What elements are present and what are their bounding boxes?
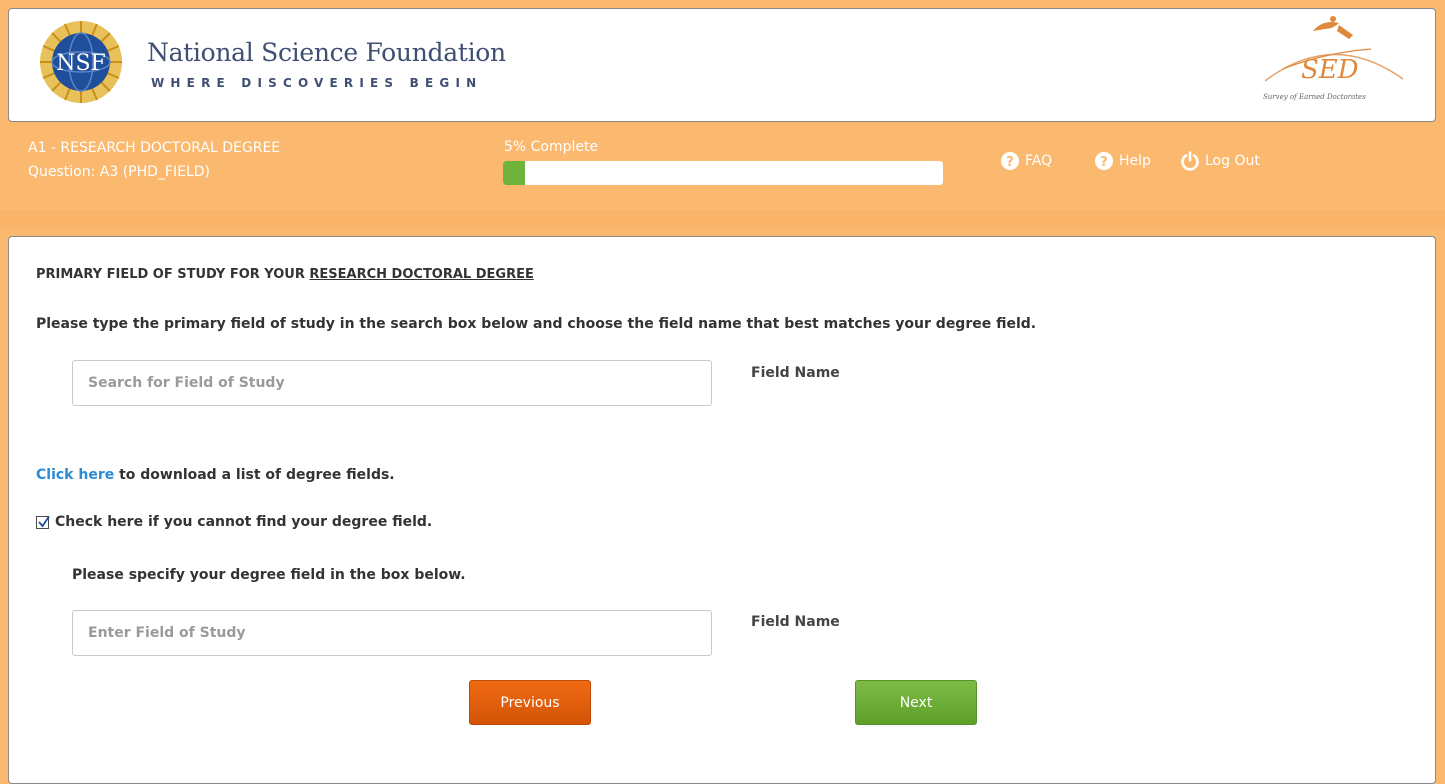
- site-header: NSF National Science Foundation WHERE DI…: [8, 8, 1436, 122]
- faq-label: FAQ: [1025, 153, 1053, 169]
- question-circle-icon: ?: [1095, 152, 1113, 170]
- svg-text:?: ?: [1100, 155, 1108, 170]
- previous-button[interactable]: Previous: [469, 680, 591, 725]
- svg-text:NSF: NSF: [56, 51, 106, 76]
- field-of-study-input[interactable]: [72, 610, 712, 656]
- svg-text:?: ?: [1006, 155, 1014, 170]
- specify-instruction: Please specify your degree field in the …: [72, 567, 466, 583]
- download-text: to download a list of degree fields.: [114, 467, 395, 483]
- sed-logo-subtext: Survey of Earned Doctorates: [1263, 93, 1366, 101]
- download-line: Click here to download a list of degree …: [36, 467, 395, 483]
- power-icon: [1181, 151, 1199, 171]
- help-label: Help: [1119, 153, 1151, 169]
- logout-link[interactable]: Log Out: [1180, 149, 1260, 173]
- question-circle-icon: ?: [1001, 152, 1019, 170]
- nsf-logo: NSF: [40, 21, 122, 103]
- cannot-find-row: Check here if you cannot find your degre…: [36, 514, 432, 530]
- help-link[interactable]: ? Help: [1094, 149, 1151, 173]
- download-fields-link[interactable]: Click here: [36, 467, 114, 483]
- question-heading-emphasis: RESEARCH DOCTORAL DEGREE: [309, 267, 534, 282]
- question-instruction: Please type the primary field of study i…: [36, 316, 1037, 332]
- field-name-label-2: Field Name: [751, 614, 840, 630]
- progress-bar: [503, 161, 943, 185]
- sed-logo-text: SED: [1301, 55, 1359, 85]
- tagline: WHERE DISCOVERIES BEGIN: [151, 76, 483, 90]
- progress-fill: [503, 161, 525, 185]
- question-heading: PRIMARY FIELD OF STUDY FOR YOUR RESEARCH…: [36, 267, 534, 282]
- next-button[interactable]: Next: [855, 680, 977, 725]
- section-title: A1 - RESEARCH DOCTORAL DEGREE: [28, 140, 281, 156]
- checkmark-icon: [38, 515, 50, 527]
- question-heading-prefix: PRIMARY FIELD OF STUDY FOR YOUR: [36, 267, 310, 282]
- cannot-find-checkbox[interactable]: [36, 515, 50, 529]
- field-name-label: Field Name: [751, 365, 840, 381]
- progress-label: 5% Complete: [504, 139, 599, 155]
- field-search-input[interactable]: [72, 360, 712, 406]
- organization-name: National Science Foundation: [147, 38, 506, 67]
- cannot-find-label: Check here if you cannot find your degre…: [55, 514, 433, 530]
- logout-label: Log Out: [1205, 153, 1260, 169]
- faq-link[interactable]: ? FAQ: [1000, 149, 1052, 173]
- question-id: Question: A3 (PHD_FIELD): [28, 164, 210, 180]
- band-divider: [0, 210, 1445, 228]
